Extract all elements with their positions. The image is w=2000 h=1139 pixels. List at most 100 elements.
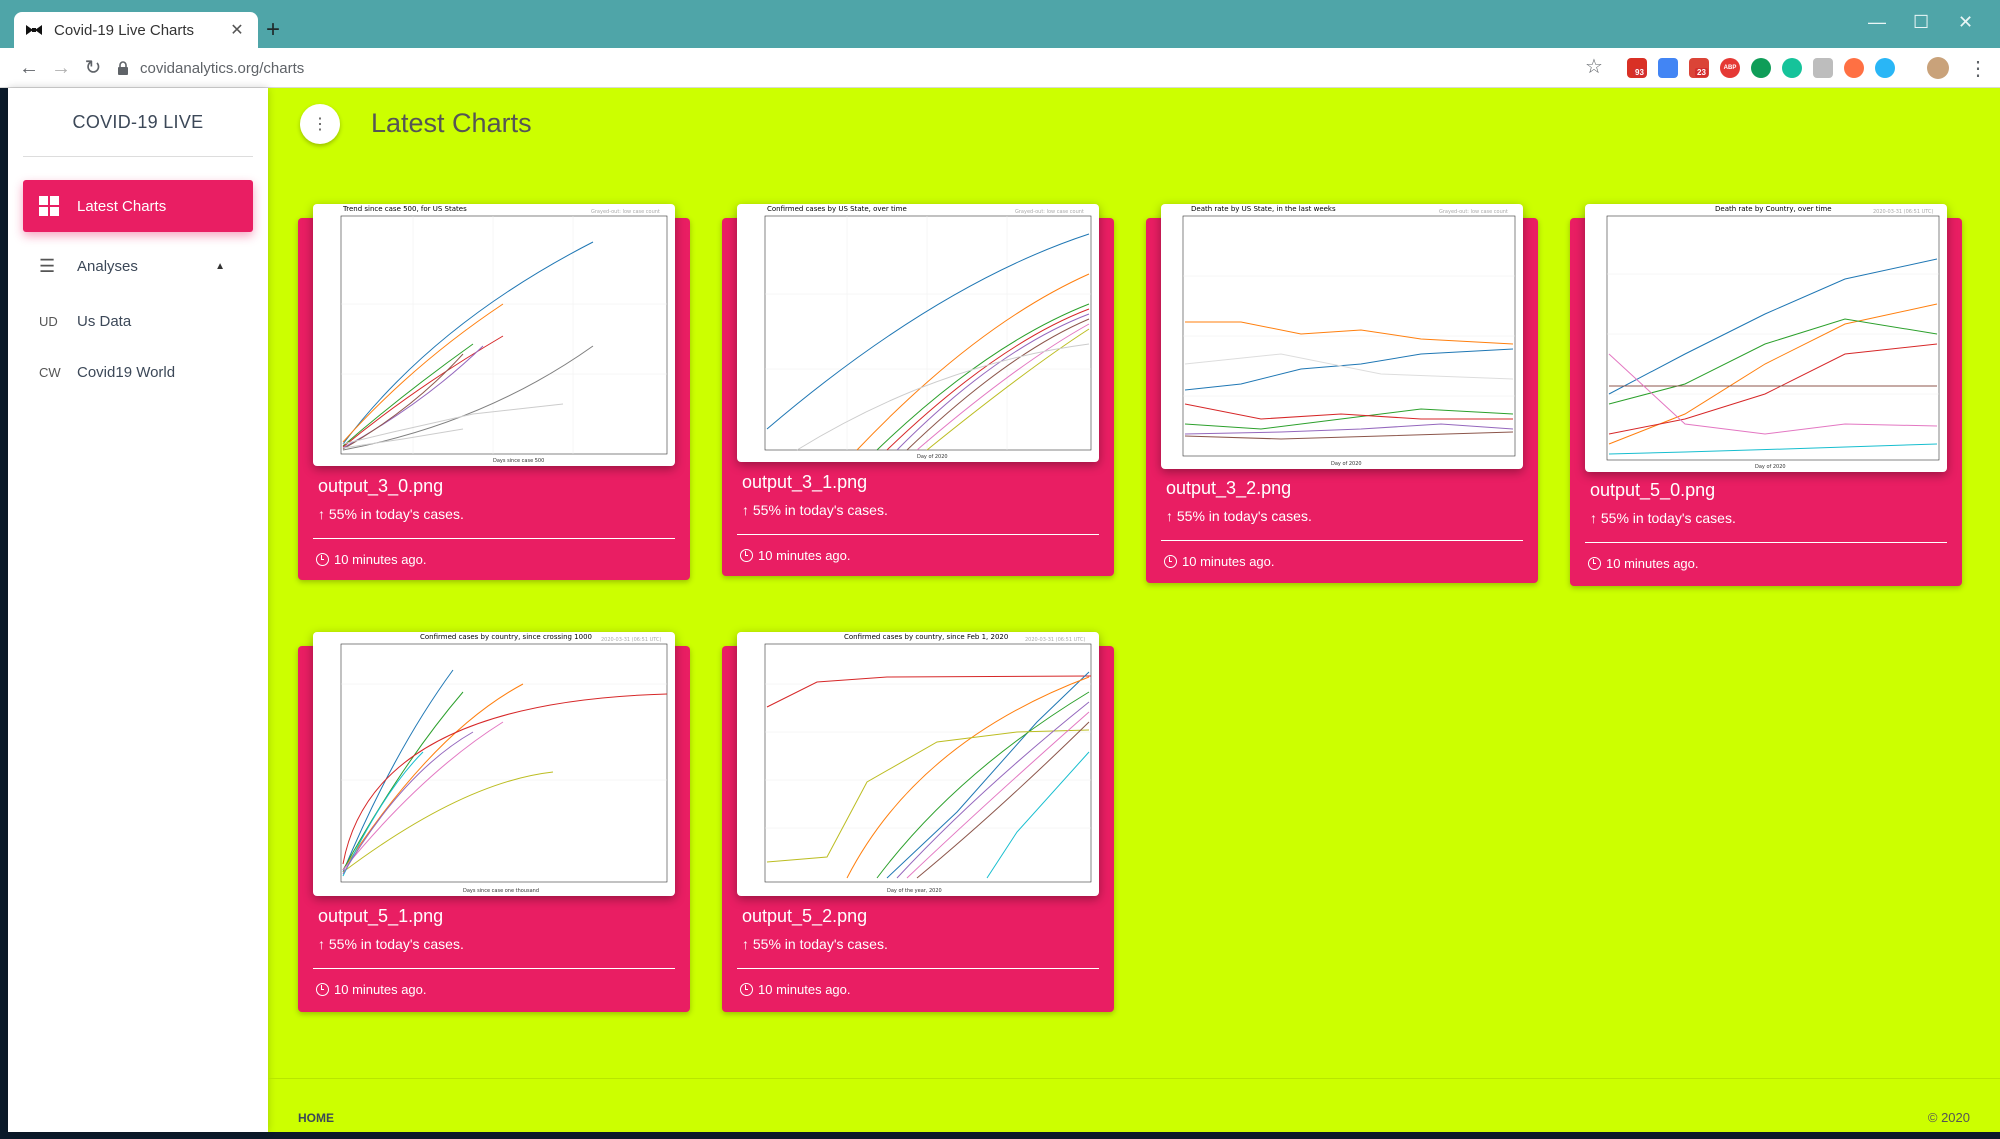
bookmark-star-icon[interactable]: ☆ [1585, 54, 1603, 79]
close-window-icon[interactable]: ✕ [1958, 12, 1973, 33]
card-filename: output_5_0.png [1590, 480, 1716, 500]
card-timestamp: 10 minutes ago. [740, 548, 851, 563]
todoist-badge: 23 [1695, 68, 1708, 77]
chart-xlabel: Days since case 500 [493, 458, 544, 464]
footer-divider [268, 1078, 2000, 1079]
chart-image[interactable]: Confirmed cases by country, since crossi… [313, 632, 675, 896]
grammarly-extension-icon[interactable] [1782, 58, 1802, 78]
app-root: COVID-19 LIVE Latest Charts ☰ Analyses ▲… [8, 88, 2000, 1132]
chart-card[interactable]: Death rate by US State, in the last week… [1146, 204, 1538, 583]
chart-note: Grayed-out: low case count [591, 209, 660, 215]
close-tab-icon[interactable]: ✕ [228, 20, 246, 40]
reload-icon[interactable]: ↻ [82, 57, 104, 79]
notes-icon: ☰ [39, 255, 56, 276]
chart-xlabel: Day of 2020 [917, 454, 948, 460]
sidebar-item-label: Covid19 World [77, 363, 176, 381]
card-timestamp: 10 minutes ago. [740, 982, 851, 997]
sidebar-item-analyses[interactable]: ☰ Analyses ▲ [23, 244, 253, 288]
sidebar-item-abbr: CW [39, 364, 61, 380]
brand-divider [23, 156, 253, 157]
chart-card[interactable]: Confirmed cases by country, since Feb 1,… [722, 632, 1114, 1012]
chart-xlabel: Days since case one thousand [463, 888, 539, 894]
card-timestamp: 10 minutes ago. [316, 982, 427, 997]
sidebar-item-abbr: UD [39, 313, 58, 329]
card-divider [1585, 542, 1947, 543]
page-title: Latest Charts [371, 108, 532, 138]
card-filename: output_5_1.png [318, 906, 444, 926]
chart-note: Grayed-out: low case count [1439, 209, 1508, 215]
chart-note: Grayed-out: low case count [1015, 209, 1084, 215]
sidebar-item-us-data[interactable]: UD Us Data [23, 299, 253, 343]
chart-image[interactable]: Trend since case 500, for US States Gray… [313, 204, 675, 466]
card-filename: output_3_0.png [318, 476, 444, 496]
clock-icon [740, 549, 753, 562]
card-stat: ↑ 55% in today's cases. [318, 936, 464, 952]
new-tab-button[interactable]: + [266, 18, 280, 42]
chart-xlabel: Day of the year, 2020 [887, 888, 942, 894]
bow-tie-favicon-icon [26, 22, 42, 38]
footer-copyright: © 2020 [1927, 1110, 1970, 1125]
blue-extension-icon[interactable] [1875, 58, 1895, 78]
forward-icon[interactable]: → [50, 57, 72, 79]
clock-icon [1164, 555, 1177, 568]
maximize-icon[interactable]: ☐ [1913, 12, 1929, 33]
card-timestamp: 10 minutes ago. [1164, 554, 1275, 569]
address-bar[interactable]: covidanalytics.org/charts [116, 54, 1596, 82]
card-divider [313, 538, 675, 539]
caret-up-icon: ▲ [215, 260, 225, 272]
lock-icon [118, 61, 128, 75]
chart-title: Confirmed cases by country, since crossi… [420, 633, 592, 641]
card-stat: ↑ 55% in today's cases. [1166, 508, 1312, 524]
sidebar: COVID-19 LIVE Latest Charts ☰ Analyses ▲… [8, 88, 268, 1132]
chart-note: 2020-03-31 (06:51 UTC) [1873, 209, 1934, 215]
chart-note: 2020-03-31 (06:51 UTC) [601, 637, 662, 643]
back-icon[interactable]: ← [18, 57, 40, 79]
card-stat: ↑ 55% in today's cases. [742, 502, 888, 518]
chart-image[interactable]: Death rate by Country, over time 2020-03… [1585, 204, 1947, 472]
puzzle-extension-icon[interactable] [1813, 58, 1833, 78]
chart-title: Confirmed cases by US State, over time [767, 205, 907, 213]
more-vert-button[interactable]: ⋮ [300, 104, 340, 144]
orange-extension-icon[interactable] [1844, 58, 1864, 78]
chart-title: Death rate by US State, in the last week… [1191, 205, 1336, 213]
clock-icon [1588, 557, 1601, 570]
sidebar-item-label: Us Data [77, 312, 132, 330]
hangouts-extension-icon[interactable] [1751, 58, 1771, 78]
chart-card[interactable]: Confirmed cases by US State, over time G… [722, 204, 1114, 576]
chart-card[interactable]: Confirmed cases by country, since crossi… [298, 632, 690, 1012]
sidebar-item-latest-charts[interactable]: Latest Charts [23, 180, 253, 232]
card-timestamp: 10 minutes ago. [316, 552, 427, 567]
dashboard-icon [39, 196, 59, 216]
card-stat: ↑ 55% in today's cases. [1590, 510, 1736, 526]
chart-title: Confirmed cases by country, since Feb 1,… [844, 633, 1008, 641]
clock-icon [316, 553, 329, 566]
brand-title[interactable]: COVID-19 LIVE [8, 112, 268, 133]
chart-image[interactable]: Confirmed cases by country, since Feb 1,… [737, 632, 1099, 896]
card-divider [1161, 540, 1523, 541]
card-divider [737, 534, 1099, 535]
chart-note: 2020-03-31 (06:51 UTC) [1025, 637, 1086, 643]
footer-home-link[interactable]: HOME [298, 1111, 334, 1125]
card-divider [737, 968, 1099, 969]
chart-image[interactable]: Confirmed cases by US State, over time G… [737, 204, 1099, 462]
card-filename: output_3_1.png [742, 472, 868, 492]
profile-avatar[interactable] [1927, 57, 1949, 79]
chart-card[interactable]: Death rate by Country, over time 2020-03… [1570, 204, 1962, 586]
card-divider [313, 968, 675, 969]
card-filename: output_5_2.png [742, 906, 868, 926]
browser-menu-icon[interactable]: ⋮ [1968, 56, 1988, 81]
clock-icon [316, 983, 329, 996]
clock-icon [740, 983, 753, 996]
tab-title: Covid-19 Live Charts [54, 21, 195, 39]
browser-tabstrip: Covid-19 Live Charts ✕ + — ☐ ✕ [0, 0, 2000, 48]
chart-image[interactable]: Death rate by US State, in the last week… [1161, 204, 1523, 469]
chart-card[interactable]: Trend since case 500, for US States Gray… [298, 204, 690, 580]
browser-tab[interactable]: Covid-19 Live Charts ✕ [14, 12, 258, 48]
sidebar-item-covid19-world[interactable]: CW Covid19 World [23, 350, 253, 394]
minimize-icon[interactable]: — [1868, 12, 1886, 33]
chart-xlabel: Day of 2020 [1755, 464, 1786, 470]
adblock-extension-icon[interactable]: ABP [1720, 58, 1740, 78]
calendar-extension-icon[interactable] [1658, 58, 1678, 78]
url-text: covidanalytics.org/charts [140, 59, 305, 77]
chart-xlabel: Day of 2020 [1331, 461, 1362, 467]
